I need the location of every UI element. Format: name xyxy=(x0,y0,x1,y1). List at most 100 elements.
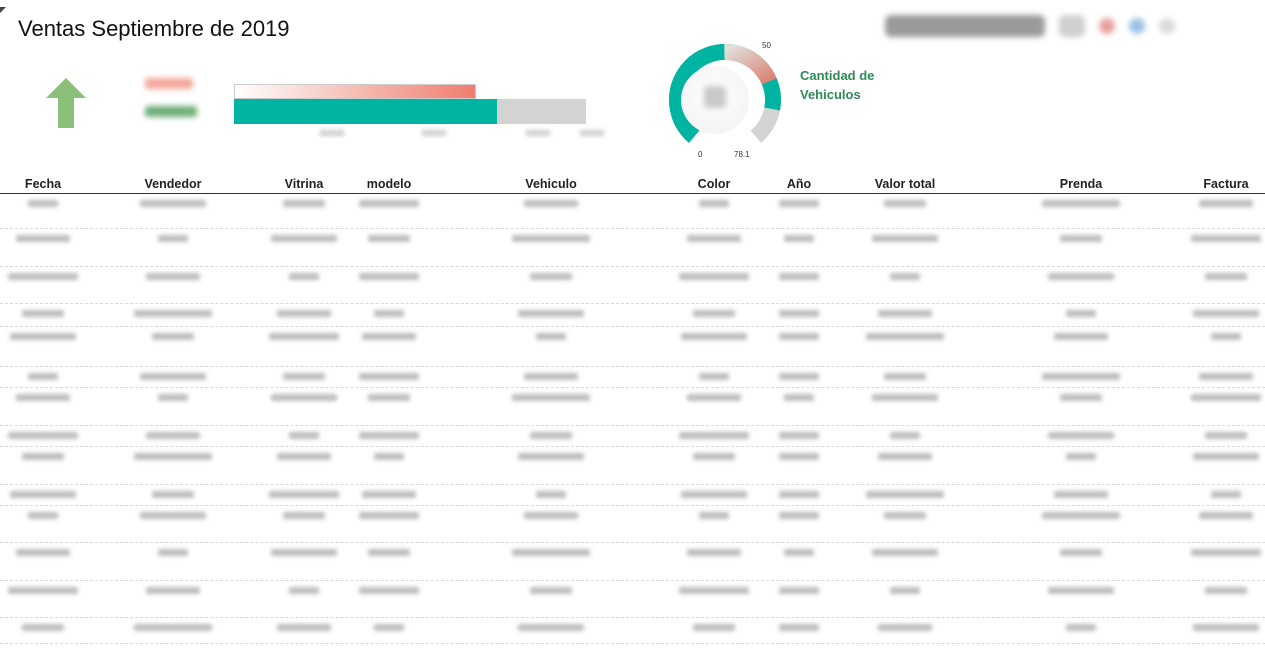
table-cell xyxy=(687,393,741,404)
table-cell xyxy=(289,586,319,597)
table-cell xyxy=(277,452,331,463)
table-cell xyxy=(784,234,814,245)
report-toolbar[interactable] xyxy=(885,8,1255,44)
table-cell xyxy=(283,511,325,522)
table-cell xyxy=(884,372,926,383)
table-cell xyxy=(699,372,729,383)
table-row[interactable] xyxy=(0,506,1265,543)
toolbar-blue-icon[interactable] xyxy=(1129,18,1145,34)
table-cell xyxy=(271,548,337,559)
table-cell xyxy=(1199,372,1253,383)
table-cell xyxy=(779,199,819,210)
page-title: Ventas Septiembre de 2019 xyxy=(18,16,290,41)
column-header[interactable]: Valor total xyxy=(875,177,935,191)
table-cell xyxy=(10,332,76,343)
table-row[interactable] xyxy=(0,618,1265,644)
table-cell xyxy=(16,393,70,404)
table-cell xyxy=(866,490,944,501)
column-header[interactable]: Prenda xyxy=(1060,177,1102,191)
toolbar-search-box[interactable] xyxy=(885,15,1045,37)
table-cell xyxy=(872,234,938,245)
table-cell xyxy=(530,272,572,283)
gauge-title: Cantidad de Vehiculos xyxy=(800,66,874,104)
table-cell xyxy=(512,548,590,559)
table-cell xyxy=(699,199,729,210)
table-cell xyxy=(269,490,339,501)
table-cell xyxy=(530,431,572,442)
table-cell xyxy=(779,586,819,597)
table-cell xyxy=(1193,452,1259,463)
table-cell xyxy=(359,431,419,442)
table-cell xyxy=(271,234,337,245)
table-row[interactable] xyxy=(0,304,1265,327)
column-header[interactable]: Vendedor xyxy=(145,177,202,191)
table-cell xyxy=(277,623,331,634)
table-cell xyxy=(22,452,64,463)
kpi-actual-value-blurred xyxy=(145,106,197,117)
table-cell xyxy=(878,309,932,320)
table-cell xyxy=(374,452,404,463)
kpi-progress-track xyxy=(234,99,586,124)
table-cell xyxy=(779,623,819,634)
table-row[interactable] xyxy=(0,229,1265,267)
table-row[interactable] xyxy=(0,388,1265,426)
column-header[interactable]: Fecha xyxy=(25,177,61,191)
table-cell xyxy=(681,490,747,501)
table-cell xyxy=(1042,372,1120,383)
table-cell xyxy=(866,332,944,343)
table-row[interactable] xyxy=(0,485,1265,506)
table-row[interactable] xyxy=(0,267,1265,304)
table-cell xyxy=(28,511,58,522)
column-header[interactable]: Vitrina xyxy=(285,177,324,191)
table-cell xyxy=(687,234,741,245)
table-cell xyxy=(1205,272,1247,283)
table-cell xyxy=(140,372,206,383)
table-cell xyxy=(1048,272,1114,283)
kpi-target-value-blurred xyxy=(145,78,193,89)
column-header[interactable]: Color xyxy=(698,177,731,191)
table-row[interactable] xyxy=(0,194,1265,229)
table-cell xyxy=(1193,309,1259,320)
table-cell xyxy=(289,431,319,442)
table-cell xyxy=(1199,199,1253,210)
table-cell xyxy=(22,309,64,320)
table-cell xyxy=(872,548,938,559)
table-cell xyxy=(1042,199,1120,210)
table-cell xyxy=(1060,393,1102,404)
table-cell xyxy=(779,272,819,283)
table-cell xyxy=(884,511,926,522)
table-row[interactable] xyxy=(0,447,1265,485)
table-cell xyxy=(693,309,735,320)
table-cell xyxy=(1191,548,1261,559)
table-cell xyxy=(8,431,78,442)
table-cell xyxy=(524,511,578,522)
table-cell xyxy=(699,511,729,522)
table-cell xyxy=(679,272,749,283)
table-cell xyxy=(1191,234,1261,245)
toolbar-red-icon[interactable] xyxy=(1099,18,1115,34)
column-header[interactable]: Vehiculo xyxy=(525,177,576,191)
toolbar-grey-icon[interactable] xyxy=(1159,18,1175,34)
table-row[interactable] xyxy=(0,367,1265,388)
table-row[interactable] xyxy=(0,581,1265,618)
table-row[interactable] xyxy=(0,543,1265,581)
column-header[interactable]: Año xyxy=(787,177,811,191)
gauge-max-label: 78.1 xyxy=(734,150,750,159)
table-cell xyxy=(1060,548,1102,559)
table-cell xyxy=(1048,431,1114,442)
table-cell xyxy=(884,199,926,210)
table-cell xyxy=(28,199,58,210)
table-cell xyxy=(10,490,76,501)
table-cell xyxy=(134,309,212,320)
toolbar-button[interactable] xyxy=(1059,15,1085,37)
table-cell xyxy=(878,623,932,634)
column-header[interactable]: Factura xyxy=(1203,177,1248,191)
column-header[interactable]: modelo xyxy=(367,177,411,191)
table-row[interactable] xyxy=(0,327,1265,367)
table-cell xyxy=(679,431,749,442)
table-row[interactable] xyxy=(0,426,1265,447)
gauge-target-label: 50 xyxy=(762,41,771,50)
table-cell xyxy=(1205,586,1247,597)
table-cell xyxy=(679,586,749,597)
table-cell xyxy=(8,586,78,597)
